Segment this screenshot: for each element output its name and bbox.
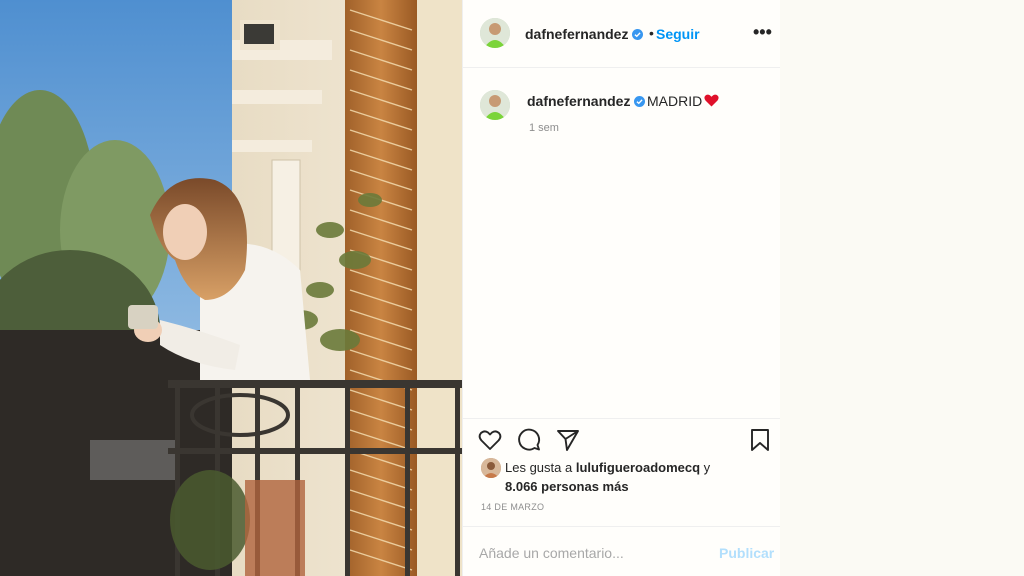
likes-line-1: Les gusta a lulufigueroadomecq y [505,458,710,477]
verified-icon [632,29,644,40]
more-options-button[interactable]: ••• [753,22,772,43]
red-heart-emoji [704,94,719,107]
post-photo[interactable] [0,0,462,576]
heart-icon[interactable] [477,427,503,453]
verified-icon [634,96,646,107]
caption-timestamp[interactable]: 1 sem [529,122,559,134]
comment-icon[interactable] [516,427,542,453]
page-background [780,0,1024,576]
follow-separator: • [649,25,654,41]
follow-button[interactable]: Seguir [656,26,700,42]
likes-count-link[interactable]: 8.066 personas más [505,477,629,496]
likes-user-link[interactable]: lulufigueroadomecq [576,460,700,475]
caption-author-avatar[interactable] [480,90,510,120]
post-image [0,0,462,576]
post-header: dafnefernandez • Seguir ••• [463,0,781,68]
likes-prefix: Les gusta a [505,460,576,475]
post-date[interactable]: 14 DE MARZO [481,502,544,512]
likes-count[interactable]: 8.066 personas más [505,479,629,494]
caption-text-content: MADRID [647,93,703,109]
likes-suffix: y [700,460,711,475]
comment-input[interactable] [479,543,699,563]
caption-text: MADRID [647,93,719,109]
author-username-text[interactable]: dafnefernandez [525,26,628,42]
comment-bar: Publicar [463,526,781,576]
author-username[interactable]: dafnefernandez [525,26,644,42]
caption-username[interactable]: dafnefernandez [527,93,646,109]
post-sidebar: dafnefernandez • Seguir ••• dafnefernand… [462,0,781,576]
action-bar [463,418,781,458]
author-avatar[interactable] [480,18,510,48]
caption-username-text[interactable]: dafnefernandez [527,93,630,109]
publish-button[interactable]: Publicar [719,545,774,561]
share-icon[interactable] [555,427,581,453]
liker-avatar[interactable] [481,458,501,478]
bookmark-icon[interactable] [747,427,773,453]
